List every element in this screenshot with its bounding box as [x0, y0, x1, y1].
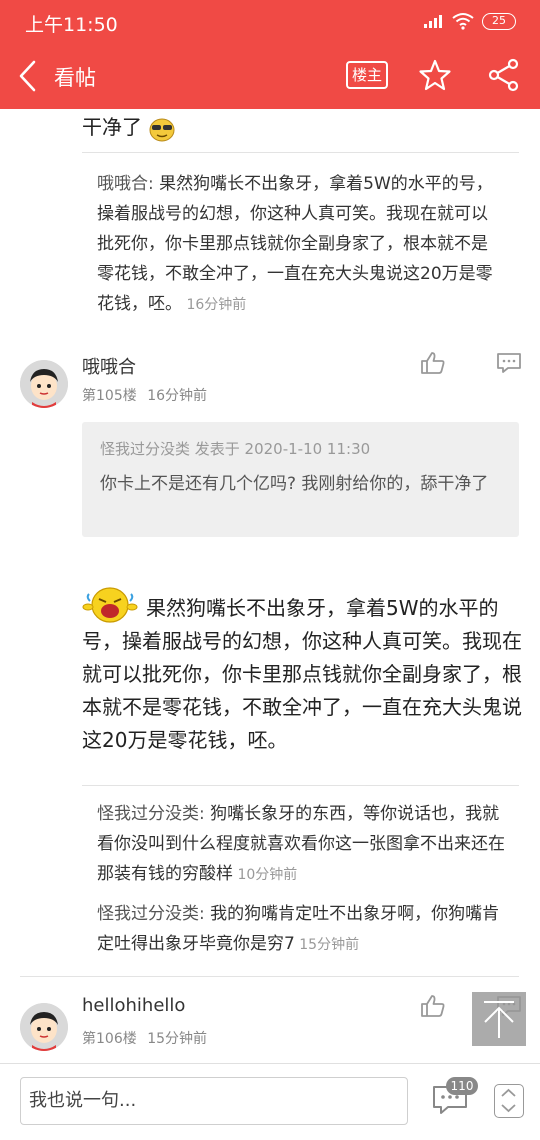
- app-header: 上午11:50 25 看帖 楼主: [0, 0, 540, 109]
- louzhu-only-button[interactable]: 楼主: [346, 61, 388, 89]
- divider: [82, 152, 519, 153]
- reply-item[interactable]: 怪我过分没类: 我的狗嘴肯定吐不出象牙啊，你狗嘴肯定吐得出象牙毕竟你是穷7 15…: [97, 899, 507, 960]
- post-username[interactable]: 哦哦合: [82, 353, 136, 379]
- post-floor-info: 第106楼 15分钟前: [82, 1028, 207, 1048]
- floor-number: 第106楼: [82, 1031, 137, 1047]
- wifi-icon: [452, 13, 474, 30]
- post-body: 果然狗嘴长不出象牙，拿着5W的水平的号，操着服战号的幻想，你这种人真可笑。我现在…: [82, 585, 522, 757]
- comment-count-badge: 110: [446, 1077, 478, 1095]
- quoted-post[interactable]: 怪我过分没类 发表于 2020-1-10 11:30 你卡上不是还有几个亿吗? …: [82, 422, 519, 537]
- comment-icon[interactable]: [496, 351, 522, 375]
- like-icon[interactable]: [420, 351, 446, 375]
- post-floor-info: 第105楼 16分钟前: [82, 385, 207, 405]
- nav-bar: 看帖 楼主: [0, 44, 540, 109]
- quote-meta: 怪我过分没类 发表于 2020-1-10 11:30: [100, 440, 371, 458]
- bottom-bar: 我也说一句... 110: [0, 1063, 540, 1140]
- divider: [82, 785, 519, 786]
- like-icon[interactable]: [420, 994, 446, 1018]
- page-title: 看帖: [54, 66, 96, 90]
- reply-author[interactable]: 怪我过分没类:: [97, 804, 205, 824]
- user-avatar-icon: [20, 1003, 68, 1051]
- post-username[interactable]: hellohihello: [82, 995, 185, 1016]
- user-avatar-icon: [20, 360, 68, 408]
- reply-item[interactable]: 哦哦合: 果然狗嘴长不出象牙，拿着5W的水平的号，操着服战号的幻想，你这种人真可…: [97, 169, 497, 320]
- cool-emoji-icon: [149, 118, 175, 141]
- post-time: 16分钟前: [147, 388, 208, 404]
- quote-text: 你卡上不是还有几个亿吗? 我刚射给你的，舔干净了: [100, 474, 489, 494]
- reply-text: 果然狗嘴长不出象牙，拿着5W的水平的号，操着服战号的幻想，你这种人真可笑。我现在…: [97, 174, 493, 314]
- avatar[interactable]: [20, 1003, 68, 1051]
- battery-icon: 25: [482, 13, 516, 30]
- status-time: 上午11:50: [25, 14, 118, 36]
- avatar[interactable]: [20, 360, 68, 408]
- share-icon[interactable]: [488, 58, 520, 92]
- reply-input[interactable]: 我也说一句...: [20, 1077, 408, 1125]
- reply-time: 16分钟前: [182, 297, 247, 313]
- thread-content: 干净了 哦哦合: 果然狗嘴长不出象牙，拿着5W的水平的号，操着服战号的幻想，你这…: [0, 109, 540, 1059]
- prev-post-tail: 干净了: [82, 111, 176, 144]
- arrow-up-icon: [484, 1001, 514, 1038]
- status-bar: 上午11:50 25: [0, 0, 540, 44]
- back-icon[interactable]: [14, 56, 44, 96]
- back-to-top-button[interactable]: [472, 992, 526, 1046]
- reply-time: 15分钟前: [294, 937, 360, 953]
- post-text: 果然狗嘴长不出象牙，拿着5W的水平的号，操着服战号的幻想，你这种人真可笑。我现在…: [82, 596, 522, 752]
- reply-item[interactable]: 怪我过分没类: 狗嘴长象牙的东西，等你说话也，我就看你没叫到什么程度就喜欢看你这…: [97, 799, 507, 890]
- reply-time: 10分钟前: [233, 867, 298, 883]
- up-down-icon: [501, 1088, 516, 1113]
- reply-author[interactable]: 怪我过分没类:: [97, 904, 205, 924]
- laughing-emoji-icon: [82, 587, 138, 623]
- reply-author[interactable]: 哦哦合:: [97, 174, 154, 194]
- star-icon[interactable]: [418, 58, 452, 92]
- floor-number: 第105楼: [82, 388, 137, 404]
- post-time: 15分钟前: [147, 1031, 208, 1047]
- page-jump-button[interactable]: [494, 1084, 524, 1118]
- signal-icon: [424, 15, 442, 28]
- prev-post-text: 干净了: [82, 115, 142, 139]
- divider: [20, 976, 519, 977]
